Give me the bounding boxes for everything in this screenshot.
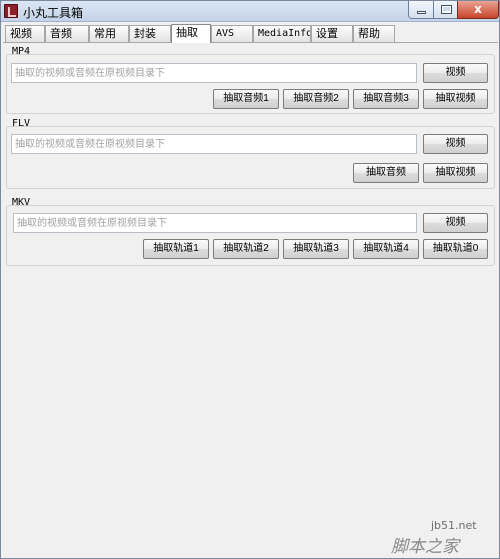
tab-help[interactable]: 帮助 [353, 25, 395, 42]
maximize-icon [441, 5, 452, 14]
tab-bar: 视频 音频 常用 封装 抽取 AVS MediaInfo 设置 帮助 [3, 24, 497, 43]
mkv-extract-track1-button[interactable]: 抽取轨道1 [143, 239, 209, 259]
tab-video[interactable]: 视频 [5, 25, 45, 42]
app-icon[interactable] [4, 4, 18, 18]
flv-extract-audio-button[interactable]: 抽取音频 [353, 163, 419, 183]
watermark-site: jb51.net [431, 519, 477, 532]
minimize-button[interactable] [408, 1, 434, 19]
flv-group-label: FLV [12, 118, 31, 129]
flv-path-input[interactable] [11, 134, 417, 154]
tab-divider [3, 42, 498, 43]
tab-settings[interactable]: 设置 [311, 25, 353, 42]
mkv-extract-track0-button[interactable]: 抽取轨道0 [423, 239, 488, 259]
mp4-extract-audio3-button[interactable]: 抽取音频3 [353, 89, 419, 109]
tab-common[interactable]: 常用 [89, 25, 129, 42]
mkv-extract-track3-button[interactable]: 抽取轨道3 [283, 239, 349, 259]
flv-extract-video-button[interactable]: 抽取视频 [423, 163, 488, 183]
mkv-extract-track4-button[interactable]: 抽取轨道4 [353, 239, 419, 259]
mp4-extract-audio2-button[interactable]: 抽取音频2 [283, 89, 349, 109]
close-icon: x [474, 2, 482, 16]
minimize-icon [417, 11, 426, 14]
tab-extract[interactable]: 抽取 [171, 24, 211, 43]
close-button[interactable]: x [457, 1, 499, 19]
mkv-path-input[interactable] [13, 213, 417, 233]
flv-browse-video-button[interactable]: 视频 [423, 134, 488, 154]
mp4-browse-video-button[interactable]: 视频 [423, 63, 488, 83]
mkv-browse-video-button[interactable]: 视频 [423, 213, 488, 233]
title-bar[interactable]: 小丸工具箱 x [1, 1, 499, 22]
window-title: 小丸工具箱 [23, 6, 84, 20]
tab-mediainfo[interactable]: MediaInfo [253, 25, 311, 42]
mp4-group-label: MP4 [12, 46, 31, 57]
maximize-button[interactable] [433, 1, 458, 19]
tab-mux[interactable]: 封装 [129, 25, 171, 42]
main-window: 小丸工具箱 x 视频 音频 常用 封装 抽取 AVS MediaInfo 设置 … [0, 0, 500, 559]
watermark-name: 脚本之家 [391, 537, 459, 557]
mkv-group-label: MKV [12, 197, 31, 208]
mp4-extract-audio1-button[interactable]: 抽取音频1 [213, 89, 279, 109]
mp4-extract-video-button[interactable]: 抽取视频 [423, 89, 488, 109]
tab-avs[interactable]: AVS [211, 25, 253, 42]
mkv-extract-track2-button[interactable]: 抽取轨道2 [213, 239, 279, 259]
mp4-path-input[interactable] [11, 63, 417, 83]
tab-audio[interactable]: 音频 [45, 25, 89, 42]
